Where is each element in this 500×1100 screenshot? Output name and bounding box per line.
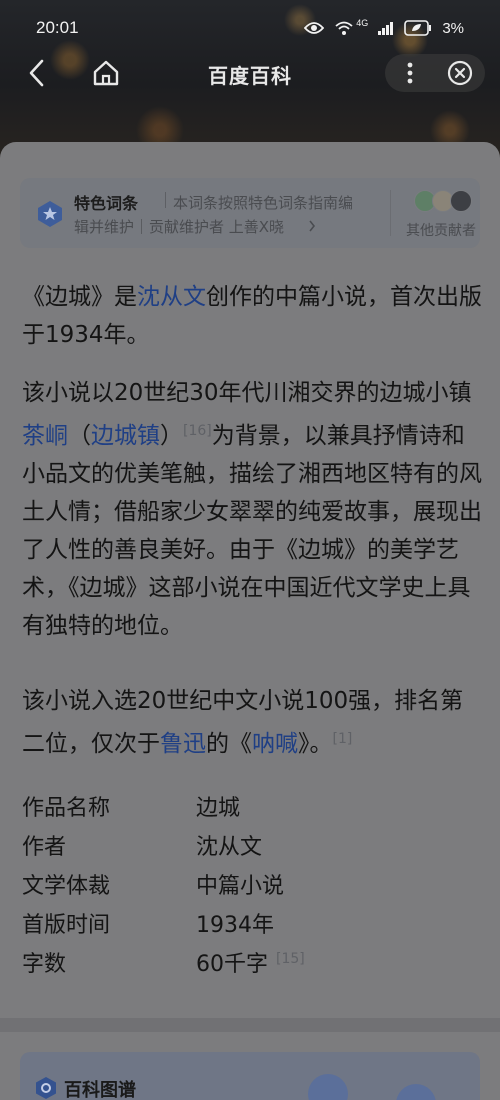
chevron-right-icon: [309, 220, 316, 232]
text: 》。: [298, 731, 333, 757]
more-vertical-icon: [407, 62, 413, 84]
info-row: 文学体裁 中篇小说: [22, 864, 482, 903]
reference-marker[interactable]: [16]: [183, 423, 212, 439]
text: 该小说以20世纪30年代川湘交界的边城小镇: [22, 380, 472, 406]
network-type: 4G: [356, 18, 369, 28]
info-value: 1934年: [196, 913, 274, 938]
info-row: 首版时间 1934年: [22, 903, 482, 942]
intro-paragraph-2: 该小说以20世纪30年代川湘交界的边城小镇茶峒（边城镇）[16]为背景，以兼具抒…: [22, 374, 482, 645]
content-sheet: 特色词条 本词条按照特色词条指南编 辑并维护｜贡献维护者 上善X晓 其他贡献者 …: [0, 142, 500, 1100]
close-circle-icon: [447, 60, 473, 86]
text: 为背景，以兼具抒情诗和小品文的优美笔触，描绘了湘西地区特有的风土人情；借船家少女…: [22, 423, 482, 639]
graph-node: [308, 1074, 348, 1100]
basic-info-table: 作品名称 边城 作者 沈从文 文学体裁 中篇小说 首版时间 1934年 字数 6…: [22, 786, 482, 981]
mini-program-capsule: [385, 54, 485, 92]
biancheng-town-link[interactable]: 边城镇: [91, 423, 160, 449]
intro-paragraph-1: 《边城》是沈从文创作的中篇小说，首次出版于1934年。: [22, 278, 482, 354]
info-key: 字数: [22, 952, 67, 977]
avatar: [450, 190, 472, 212]
close-button[interactable]: [445, 58, 475, 88]
text: 的《: [206, 731, 252, 757]
divider: [390, 190, 391, 236]
featured-entry-banner[interactable]: 特色词条 本词条按照特色词条指南编 辑并维护｜贡献维护者 上善X晓 其他贡献者: [20, 178, 480, 248]
graph-node: [396, 1084, 436, 1100]
knowledge-graph-card[interactable]: 百科图谱: [20, 1052, 480, 1100]
signal-icon: [378, 22, 394, 35]
lu-xun-link[interactable]: 鲁迅: [160, 731, 206, 757]
wifi-icon: [335, 21, 353, 35]
knowledge-graph-icon: [36, 1077, 56, 1099]
word-count-value: 60千字: [196, 952, 268, 977]
other-contributors-label: 其他贡献者: [406, 223, 476, 239]
text: （: [68, 423, 91, 449]
info-key: 作品名称: [22, 796, 111, 821]
section-divider: [0, 1018, 500, 1032]
intro-paragraph-3: 该小说入选20世纪中文小说100强，排名第二位，仅次于鲁迅的《呐喊》。[1]: [22, 682, 482, 763]
info-value: 沈从文: [196, 835, 263, 860]
info-key: 首版时间: [22, 913, 111, 938]
eye-icon: [304, 22, 325, 34]
featured-badge-icon: [38, 201, 62, 227]
more-options-button[interactable]: [395, 58, 425, 88]
author-link[interactable]: 沈从文: [137, 284, 206, 310]
knowledge-graph-title: 百科图谱: [64, 1080, 136, 1100]
info-row: 字数 60千字 [15]: [22, 942, 482, 981]
battery-percent: 3%: [442, 19, 464, 37]
featured-title: 特色词条: [74, 194, 139, 213]
nahan-link[interactable]: 呐喊: [252, 731, 298, 757]
nav-bar: 百度百科: [0, 50, 500, 96]
featured-maintainer: 辑并维护｜贡献维护者 上善X晓: [74, 218, 285, 236]
divider: [165, 192, 166, 208]
text: 《边城》是: [22, 284, 137, 310]
info-key: 作者: [22, 835, 67, 860]
chadong-link[interactable]: 茶峒: [22, 423, 68, 449]
info-row: 作品名称 边城: [22, 786, 482, 825]
info-value: 边城: [196, 796, 241, 821]
contributor-avatars[interactable]: [414, 190, 476, 212]
featured-description: 本词条按照特色词条指南编: [173, 194, 354, 212]
info-row: 作者 沈从文: [22, 825, 482, 864]
reference-marker[interactable]: [15]: [276, 951, 305, 967]
info-value: 中篇小说: [196, 874, 285, 899]
info-value: 60千字 [15]: [196, 946, 305, 978]
text: ）: [160, 423, 183, 449]
reference-marker[interactable]: [1]: [333, 731, 353, 747]
status-time: 20:01: [36, 18, 79, 37]
info-key: 文学体裁: [22, 874, 111, 899]
battery-saver-icon: [404, 20, 432, 36]
status-icons: 4G 3%: [304, 18, 464, 37]
status-bar: 20:01 4G 3%: [0, 0, 500, 56]
